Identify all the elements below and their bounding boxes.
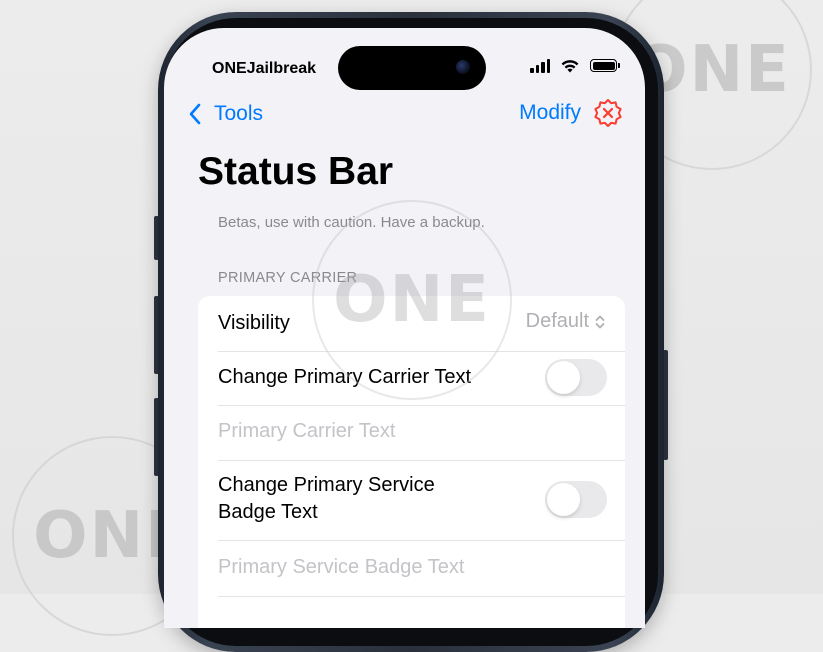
back-button[interactable]: Tools	[188, 102, 263, 126]
section-header-primary-carrier: PRIMARY CARRIER	[218, 270, 358, 286]
carrier-text-row: Primary Carrier Text	[218, 405, 625, 461]
modify-button[interactable]: Modify	[519, 101, 581, 125]
change-service-badge-row: Change Primary Service Badge Text	[218, 460, 625, 541]
change-service-badge-label: Change Primary Service Badge Text	[218, 472, 435, 526]
visibility-label: Visibility	[218, 312, 290, 334]
service-badge-text-field[interactable]: Primary Service Badge Text	[218, 556, 464, 579]
change-service-badge-label-line1: Change Primary Service	[218, 474, 435, 496]
app-screen: ONEJailbreak Tools Modify Status Bar Bet…	[164, 28, 645, 628]
cellular-signal-icon	[530, 58, 550, 73]
dynamic-island	[338, 46, 486, 90]
status-bar-carrier: ONEJailbreak	[212, 60, 317, 77]
change-carrier-text-toggle[interactable]	[545, 359, 607, 396]
back-label: Tools	[214, 102, 264, 125]
carrier-text-field[interactable]: Primary Carrier Text	[218, 420, 395, 443]
xmark-badge-icon[interactable]	[593, 98, 623, 128]
toggle-knob	[547, 361, 580, 394]
camera-icon	[456, 60, 470, 74]
chevron-up-down-icon	[595, 315, 605, 328]
change-service-badge-label-line2: Badge Text	[218, 501, 318, 523]
toggle-knob	[547, 483, 580, 516]
nav-actions: Modify	[519, 98, 623, 128]
primary-carrier-settings-group: Visibility Default Change Primary Carrie…	[198, 296, 625, 628]
change-carrier-text-row: Change Primary Carrier Text	[218, 351, 625, 406]
page-title: Status Bar	[198, 150, 394, 193]
visibility-value: Default	[525, 310, 589, 332]
visibility-picker[interactable]: Default	[526, 310, 605, 333]
service-badge-text-row: Primary Service Badge Text	[218, 540, 625, 597]
page-subtitle: Betas, use with caution. Have a backup.	[218, 214, 485, 231]
status-bar-icons	[530, 58, 620, 73]
wifi-icon	[561, 60, 579, 73]
change-carrier-text-label: Change Primary Carrier Text	[218, 366, 472, 388]
visibility-row[interactable]: Visibility Default	[218, 296, 625, 352]
chevron-left-icon	[189, 103, 201, 125]
change-service-badge-toggle[interactable]	[545, 481, 607, 518]
battery-icon	[590, 59, 620, 72]
